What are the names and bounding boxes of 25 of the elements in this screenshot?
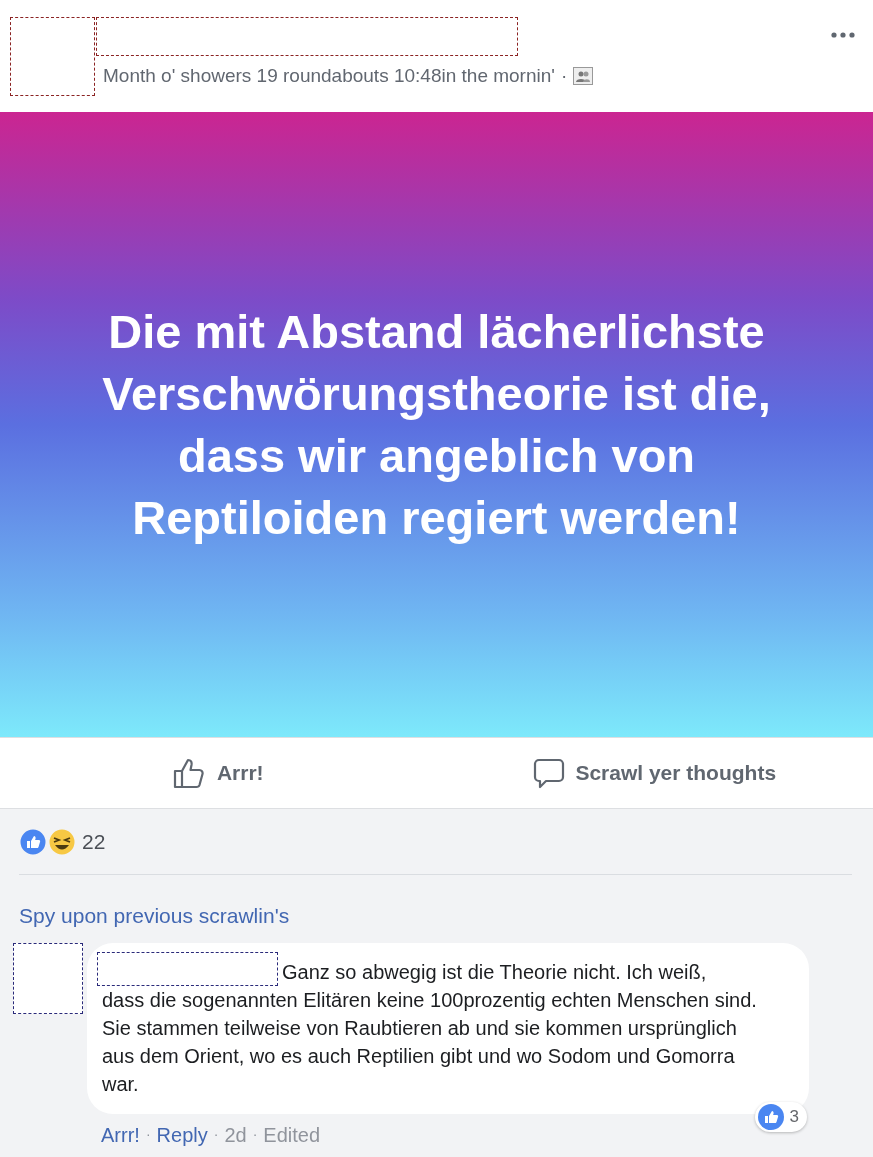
comment-reaction-badge[interactable]: 3 bbox=[754, 1101, 807, 1132]
redacted-avatar bbox=[13, 942, 83, 1014]
friends-icon[interactable] bbox=[573, 67, 594, 86]
like-button[interactable]: Arrr! bbox=[172, 757, 264, 789]
post-text: Die mit Abstand lächerlichste Verschwörungstheorie ist die, dass wir angeblich von Reptiloiden regiert werden! bbox=[101, 303, 772, 546]
comment-action-link[interactable]: Arrr! bbox=[101, 1119, 140, 1150]
comment-text: Ganz so abwegig ist die Theorie nicht. Ich weiß, bbox=[282, 959, 707, 985]
comment-action-link[interactable]: Reply bbox=[156, 1119, 208, 1150]
post-timestamp[interactable]: Month o' showers 19 roundabouts 10:48in the mornin' bbox=[103, 62, 555, 91]
speech-bubble-icon bbox=[533, 757, 566, 789]
reaction-icons[interactable] bbox=[19, 826, 77, 857]
separator: · bbox=[213, 1125, 219, 1144]
separator: · bbox=[560, 64, 568, 88]
comment-text: dass die sogenannten Elitären keine 100prozentig echten Menschen sind. Sie stammen teilweise von Raubtieren ab und sie kommen ursprünglich aus dem Orient, wo es auch Reptilien gibt und wo Sodom und Gomorra war. bbox=[102, 987, 758, 1097]
separator: · bbox=[252, 1125, 258, 1144]
comment-meta: 2d bbox=[224, 1122, 247, 1148]
comment-meta: Edited bbox=[263, 1122, 320, 1148]
comment-reaction-count: 3 bbox=[789, 1105, 799, 1128]
comment-button[interactable]: Scrawl yer thoughts bbox=[533, 757, 777, 789]
separator: · bbox=[145, 1125, 151, 1144]
thumbs-up-icon bbox=[172, 757, 207, 789]
like-icon bbox=[757, 1103, 784, 1130]
previous-comments-link[interactable]: Spy upon previous scrawlin's bbox=[19, 904, 290, 927]
reaction-count[interactable]: 22 bbox=[82, 825, 106, 858]
more-options-icon[interactable] bbox=[831, 32, 855, 38]
